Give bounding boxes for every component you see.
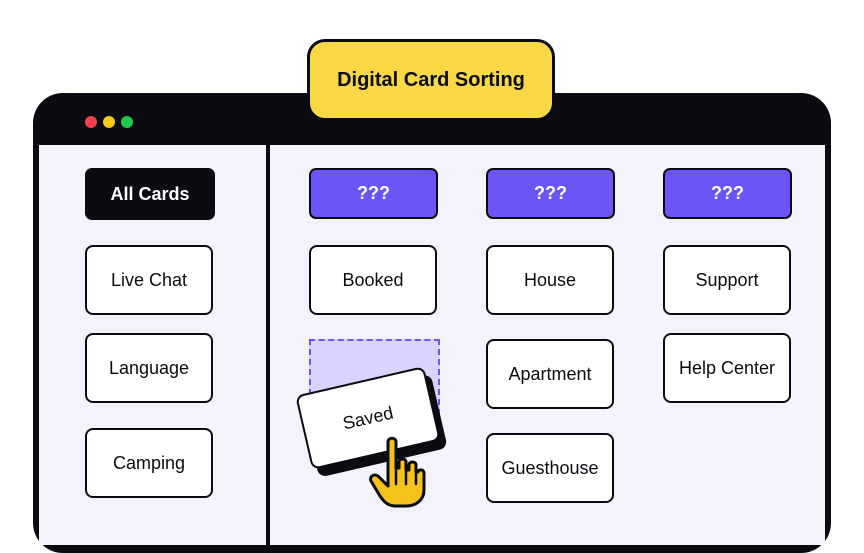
sorted-card[interactable]: Guesthouse [486,433,614,503]
category-header-1[interactable]: ??? [309,168,438,219]
sorted-card[interactable]: Support [663,245,791,315]
close-window-dot[interactable] [85,116,97,128]
sorted-card[interactable]: Booked [309,245,437,315]
all-cards-tab[interactable]: All Cards [85,168,215,220]
sorted-card[interactable]: Help Center [663,333,791,403]
sidebar-card[interactable]: Language [85,333,213,403]
sidebar-card[interactable]: Live Chat [85,245,213,315]
pointer-hand-icon [369,436,426,508]
sorted-card[interactable]: Apartment [486,339,614,409]
category-header-3[interactable]: ??? [663,168,792,219]
minimize-window-dot[interactable] [103,116,115,128]
maximize-window-dot[interactable] [121,116,133,128]
sidebar-card[interactable]: Camping [85,428,213,498]
page-title: Digital Card Sorting [307,39,555,121]
category-header-2[interactable]: ??? [486,168,615,219]
sidebar-divider [266,145,270,545]
sorted-card[interactable]: House [486,245,614,315]
